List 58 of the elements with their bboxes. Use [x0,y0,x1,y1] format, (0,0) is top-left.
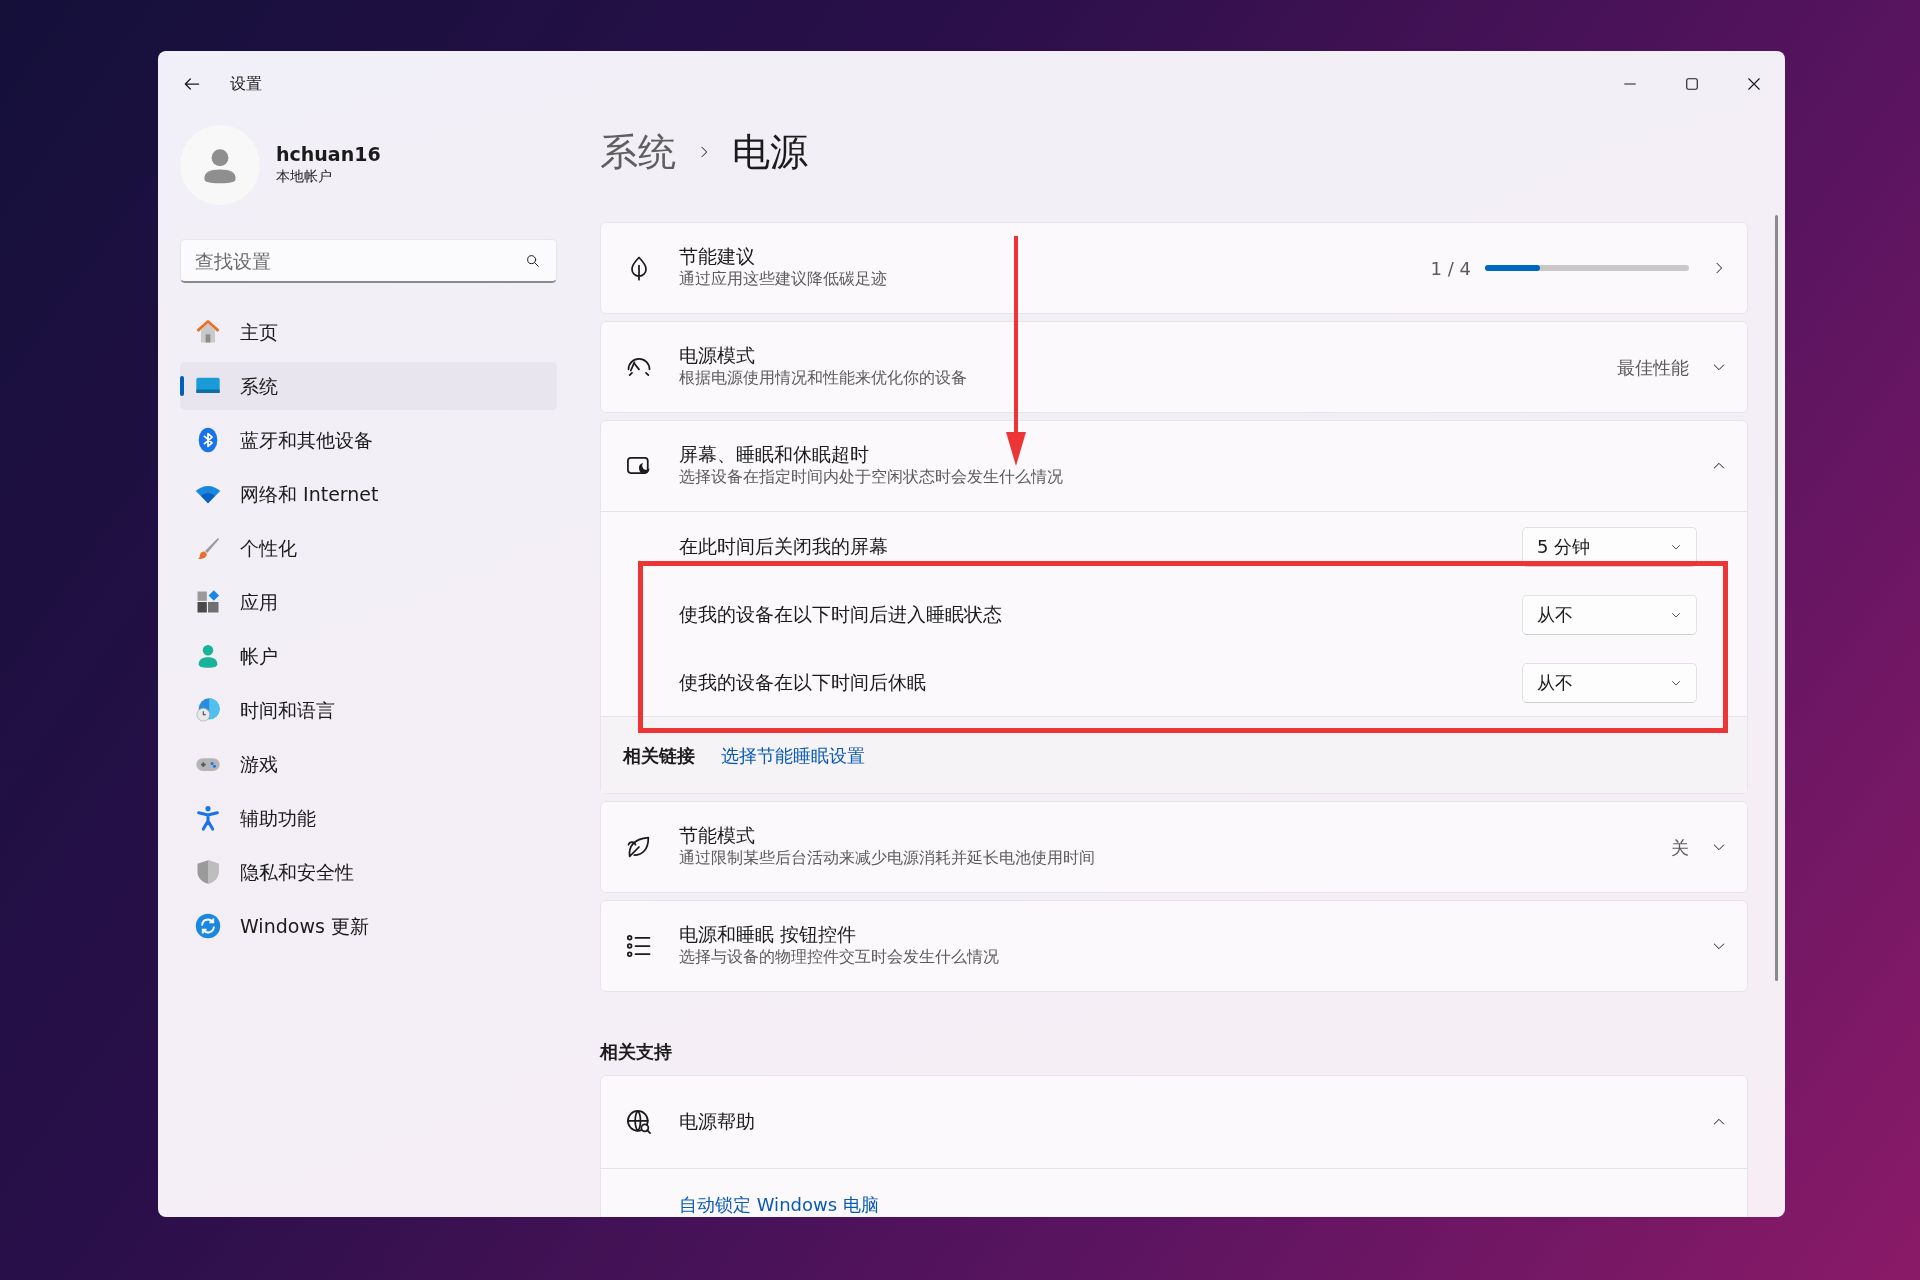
sidebar-item[interactable]: 隐私和安全性 [180,848,557,896]
setting-description: 选择设备在指定时间内处于空闲状态时会发生什么情况 [679,467,1064,489]
sidebar-item[interactable]: 蓝牙和其他设备 [180,416,557,464]
globe-clock-icon [194,696,222,724]
close-icon[interactable] [1745,75,1763,93]
progress-counter: 1 / 4 [1430,256,1471,281]
setting-title: 电源模式 [679,343,756,368]
scrollbar[interactable] [1775,215,1778,981]
related-label: 相关链接 [623,743,695,768]
accessibility-icon [194,804,222,832]
setting-card[interactable]: 电源和睡眠 按钮控件 选择与设备的物理控件交互时会发生什么情况 [600,900,1748,992]
setting-title: 节能建议 [679,244,756,269]
setting-label: 在此时间后关闭我的屏幕 [679,534,889,560]
window-title: 设置 [230,73,262,95]
sidebar-item[interactable]: Windows 更新 [180,902,557,950]
setting-card[interactable]: 节能建议 通过应用这些建议降低碳足迹 1 / 4 [600,222,1748,314]
sidebar-item[interactable]: 帐户 [180,632,557,680]
section-heading: 相关支持 [600,1040,673,1064]
related-link[interactable]: 选择节能睡眠设置 [721,741,865,769]
setting-title: 节能模式 [679,823,756,848]
home-icon [194,318,222,346]
sidebar-item[interactable]: 系统 [180,362,557,410]
setting-card[interactable]: 电源模式 根据电源使用情况和性能来优化你的设备 最佳性能 [600,321,1748,413]
globe-search-icon [625,1108,653,1136]
search-field[interactable]: 查找设置 [180,239,557,283]
account-type: 本地帐户 [276,166,333,186]
sidebar-item[interactable]: 时间和语言 [180,686,557,734]
sidebar-item[interactable]: 辅助功能 [180,794,557,842]
list-icon [625,932,653,960]
sidebar-item[interactable]: 个性化 [180,524,557,572]
setting-card[interactable]: 电源帮助 自动锁定 Windows 电脑 [600,1075,1748,1217]
setting-label: 使我的设备在以下时间后休眠 [679,670,927,696]
setting-title: 电源和睡眠 按钮控件 [679,922,858,947]
sidebar-item[interactable]: 应用 [180,578,557,626]
help-link[interactable]: 自动锁定 Windows 电脑 [679,1191,879,1217]
user-name: hchuan16 [276,143,381,166]
search-icon [525,253,541,269]
setting-description: 通过限制某些后台活动来减少电源消耗并延长电池使用时间 [679,848,1096,870]
page-title: 电源 [732,129,808,176]
sidebar-item[interactable]: 网络和 Internet [180,470,557,518]
dropdown[interactable]: 从不 [1522,662,1697,703]
setting-label: 使我的设备在以下时间后进入睡眠状态 [679,602,1003,628]
setting-card[interactable]: 节能模式 通过限制某些后台活动来减少电源消耗并延长电池使用时间 关 [600,801,1748,893]
maximize-icon[interactable] [1683,75,1701,93]
refresh-icon [194,912,222,940]
setting-card[interactable]: 屏幕、睡眠和休眠超时 选择设备在指定时间内处于空闲状态时会发生什么情况 在此时间后关闭我的屏幕 5 分钟 使我的设备在以下时间后进入睡眠状态 从不 使我的设备在以下时间后休眠 从不 相关链接 选择节能睡眠设置 [600,420,1748,794]
setting-title: 屏幕、睡眠和休眠超时 [679,442,870,467]
setting-value: 最佳性能 [1617,355,1689,380]
sidebar-item[interactable]: 主页 [180,308,557,356]
setting-value: 关 [1671,835,1689,860]
sidebar-item[interactable]: 游戏 [180,740,557,788]
setting-title: 电源帮助 [679,1110,756,1134]
setting-description: 选择与设备的物理控件交互时会发生什么情况 [679,947,1000,969]
dropdown[interactable]: 5 分钟 [1522,526,1697,567]
setting-description: 根据电源使用情况和性能来优化你的设备 [679,368,968,390]
dropdown[interactable]: 从不 [1522,594,1697,635]
breadcrumb-link[interactable]: 系统 [600,126,676,178]
setting-description: 通过应用这些建议降低碳足迹 [679,269,888,291]
